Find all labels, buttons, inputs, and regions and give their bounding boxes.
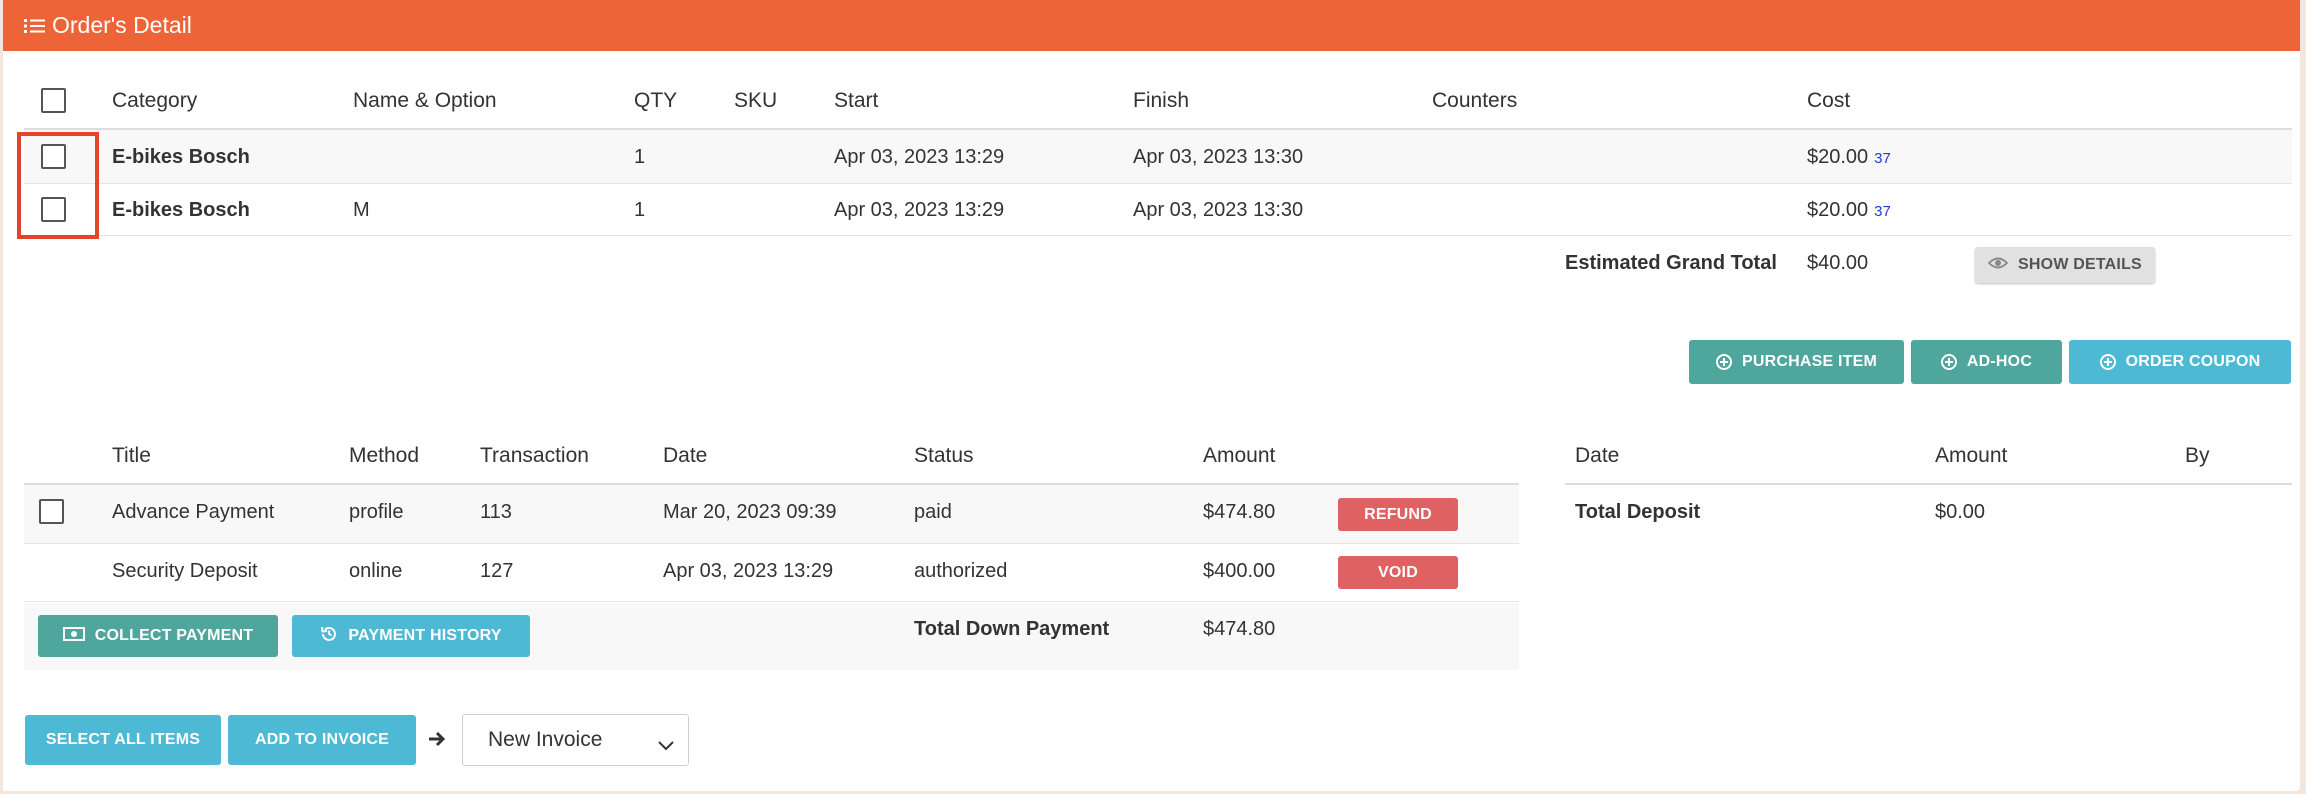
col-cost: Cost [1807, 89, 1851, 112]
col-name-option: Name & Option [353, 89, 497, 112]
grand-total-value: $40.00 [1807, 252, 1869, 274]
collect-payment-label: COLLECT PAYMENT [94, 627, 254, 644]
item-category: E-bikes Bosch [112, 146, 250, 168]
col-deposit-by: By [2185, 444, 2210, 467]
history-icon [320, 625, 338, 648]
col-sku: SKU [734, 89, 778, 112]
col-method: Method [349, 444, 420, 467]
col-transaction: Transaction [480, 444, 589, 467]
col-title: Title [112, 444, 151, 467]
item-start: Apr 03, 2023 13:29 [834, 199, 1005, 221]
void-button[interactable]: VOID [1338, 556, 1458, 589]
chevron-down-icon [658, 733, 674, 757]
row-divider [24, 601, 1519, 602]
select-all-items-checkbox[interactable] [41, 88, 66, 113]
panel-header: Order's Detail [3, 0, 2300, 51]
payment-title: Security Deposit [112, 560, 258, 582]
payment-history-button[interactable]: PAYMENT HISTORY [292, 615, 530, 657]
col-date: Date [663, 444, 708, 467]
row-divider [24, 543, 1519, 544]
item-cost: $20.00 37 [1807, 146, 1891, 169]
payment-row-checkbox[interactable] [39, 499, 64, 524]
row-divider [24, 235, 2292, 236]
item-qty: 1 [634, 199, 646, 221]
grand-total-label: Estimated Grand Total [1565, 252, 1777, 274]
list-icon [24, 18, 46, 34]
payment-history-label: PAYMENT HISTORY [348, 627, 502, 644]
item-cost-link[interactable]: 37 [1874, 203, 1891, 220]
item-category: E-bikes Bosch [112, 199, 250, 221]
ad-hoc-button[interactable]: AD-HOC [1911, 340, 2062, 384]
show-details-button[interactable]: SHOW DETAILS [1975, 247, 2155, 283]
item-finish: Apr 03, 2023 13:30 [1133, 146, 1304, 168]
order-coupon-button[interactable]: ORDER COUPON [2069, 340, 2291, 384]
plus-circle-icon [2099, 354, 2116, 370]
total-deposit-label: Total Deposit [1575, 501, 1701, 523]
col-amount: Amount [1203, 444, 1276, 467]
payment-date: Mar 20, 2023 09:39 [663, 501, 837, 523]
item-finish: Apr 03, 2023 13:30 [1133, 199, 1304, 221]
col-category: Category [112, 89, 198, 112]
col-counters: Counters [1432, 89, 1518, 112]
item-cost-link[interactable]: 37 [1874, 150, 1891, 167]
purchase-item-button[interactable]: PURCHASE ITEM [1689, 340, 1904, 384]
invoice-select[interactable]: New Invoice [462, 714, 689, 766]
plus-circle-icon [1715, 354, 1732, 370]
checkbox-highlight [17, 132, 99, 239]
eye-icon [1987, 256, 2009, 275]
panel-title: Order's Detail [52, 12, 192, 38]
col-start: Start [834, 89, 879, 112]
col-deposit-date: Date [1575, 444, 1620, 467]
payment-title: Advance Payment [112, 501, 275, 523]
collect-payment-button[interactable]: COLLECT PAYMENT [38, 615, 278, 657]
arrow-right-icon [428, 730, 446, 753]
item-cost: $20.00 37 [1807, 199, 1891, 222]
refund-button[interactable]: REFUND [1338, 498, 1458, 531]
payment-amount: $474.80 [1203, 501, 1276, 523]
total-down-payment-label: Total Down Payment [914, 618, 1110, 640]
ad-hoc-label: AD-HOC [1966, 353, 2033, 370]
row-divider [24, 183, 2292, 184]
show-details-label: SHOW DETAILS [2018, 256, 2142, 273]
col-status: Status [914, 444, 974, 467]
col-finish: Finish [1133, 89, 1190, 112]
item-cost-value: $20.00 [1807, 199, 1869, 221]
payment-date: Apr 03, 2023 13:29 [663, 560, 834, 582]
payment-status: authorized [914, 560, 1008, 582]
payment-transaction: 113 [480, 501, 512, 523]
payment-amount: $400.00 [1203, 560, 1276, 582]
invoice-select-value: New Invoice [488, 728, 603, 751]
total-deposit-value: $0.00 [1935, 501, 1986, 523]
col-qty: QTY [634, 89, 678, 112]
item-qty: 1 [634, 146, 646, 168]
order-coupon-label: ORDER COUPON [2125, 353, 2261, 370]
add-to-invoice-button[interactable]: ADD TO INVOICE [228, 715, 416, 765]
deposit-header-divider [1565, 483, 2292, 485]
payment-method: online [349, 560, 403, 582]
total-down-payment-value: $474.80 [1203, 618, 1276, 640]
payment-status: paid [914, 501, 952, 523]
payment-method: profile [349, 501, 404, 523]
item-start: Apr 03, 2023 13:29 [834, 146, 1005, 168]
purchase-item-label: PURCHASE ITEM [1741, 353, 1878, 370]
money-icon [62, 626, 85, 646]
plus-circle-icon [1940, 354, 1957, 370]
select-all-items-button[interactable]: SELECT ALL ITEMS [25, 715, 221, 765]
item-name-option: M [353, 199, 370, 221]
payment-transaction: 127 [480, 560, 514, 582]
order-detail-panel: Order's Detail Category Name & Option QT… [3, 0, 2300, 791]
item-cost-value: $20.00 [1807, 146, 1869, 168]
col-deposit-amount: Amount [1935, 444, 2008, 467]
